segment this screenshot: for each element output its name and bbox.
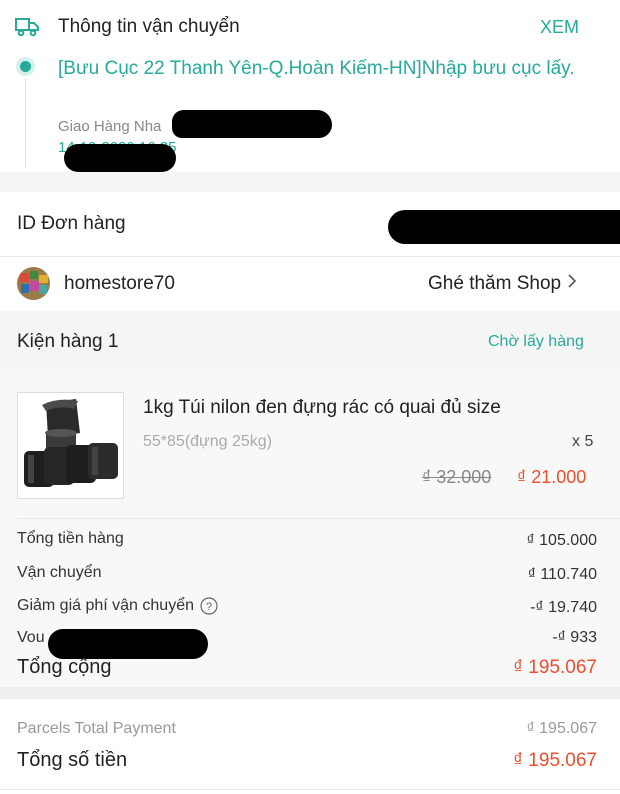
redaction-mark (64, 144, 176, 172)
svg-text:?: ? (206, 601, 212, 613)
parcels-total-label: Parcels Total Payment (17, 720, 176, 737)
truck-icon (14, 16, 40, 38)
original-price: ₫ 32.000 (422, 467, 492, 487)
shipping-discount-row: Giảm giá phí vận chuyển ? (17, 597, 218, 615)
total-value: ₫ 195.067 (513, 657, 597, 678)
help-icon[interactable]: ? (200, 597, 218, 615)
chevron-right-icon (567, 273, 577, 295)
grand-total-value: ₫ 195.067 (513, 750, 597, 771)
package-title: Kiện hàng 1 (17, 331, 119, 352)
timeline-dot (20, 61, 31, 72)
product-quantity: x 5 (572, 433, 594, 450)
order-id-label: ID Đơn hàng (17, 213, 126, 234)
shipping-discount-value: -₫ 19.740 (530, 599, 597, 616)
timeline-line (25, 78, 26, 168)
shipping-discount-label: Giảm giá phí vận chuyển (17, 597, 194, 614)
divider (0, 256, 620, 257)
redaction-mark (48, 629, 208, 659)
section-gap (0, 172, 620, 192)
shipping-fee-label: Vận chuyển (17, 564, 102, 581)
divider (0, 789, 620, 790)
shipping-status: [Bưu Cục 22 Thanh Yên-Q.Hoàn Kiếm-HN]Nhậ… (58, 58, 575, 79)
visit-shop-button[interactable]: Ghé thăm Shop (428, 273, 577, 295)
product-name[interactable]: 1kg Túi nilon đen đựng rác có quai đủ si… (143, 397, 501, 419)
view-shipping-button[interactable]: XEM (540, 17, 579, 38)
product-image (24, 399, 118, 487)
grand-total-label: Tổng số tiền (17, 749, 128, 771)
subtotal-label: Tổng tiền hàng (17, 530, 124, 547)
shipping-fee-value: ₫ 110.740 (527, 566, 597, 583)
shipping-title: Thông tin vận chuyển (58, 16, 240, 37)
shop-avatar[interactable] (17, 267, 50, 300)
parcels-total-value: ₫ 195.067 (526, 720, 598, 737)
product-thumbnail[interactable] (17, 392, 124, 499)
redaction-mark (388, 210, 620, 244)
divider (17, 518, 620, 519)
voucher-label: Vou (17, 629, 45, 646)
subtotal-value: ₫ 105.000 (526, 532, 598, 549)
shipping-carrier: Giao Hàng Nha (58, 118, 162, 135)
voucher-value: -₫ 933 (552, 629, 597, 646)
visit-shop-label: Ghé thăm Shop (428, 273, 562, 294)
section-gap (0, 687, 620, 699)
shop-name[interactable]: homestore70 (64, 273, 175, 295)
package-status: Chờ lấy hàng (488, 333, 584, 350)
total-label: Tổng cộng (17, 656, 112, 678)
sale-price: ₫ 21.000 (517, 467, 587, 487)
product-variant: 55*85(đựng 25kg) (143, 433, 273, 450)
redaction-mark (172, 110, 332, 138)
